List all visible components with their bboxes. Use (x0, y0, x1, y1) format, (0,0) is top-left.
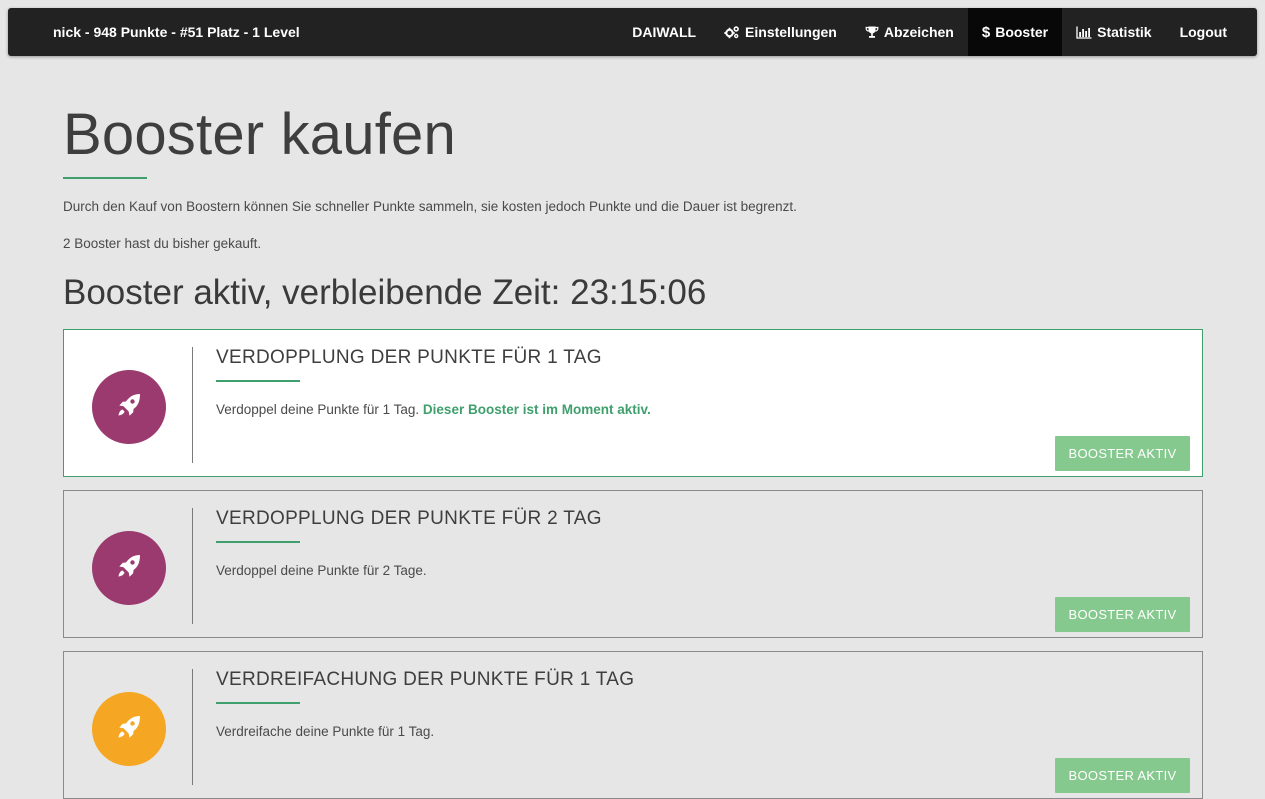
rocket-icon (115, 552, 143, 585)
title-underline (63, 177, 147, 179)
booster-active-button[interactable]: BOOSTER AKTIV (1055, 436, 1190, 471)
booster-icon-circle (92, 531, 166, 605)
nav-item-daiwall[interactable]: DAIWALL (618, 8, 710, 56)
nav-label-abzeichen: Abzeichen (883, 24, 954, 40)
user-summary[interactable]: nick - 948 Punkte - #51 Platz - 1 Level (53, 8, 300, 56)
nav-item-logout[interactable]: Logout (1166, 8, 1241, 56)
booster-title-underline (216, 380, 300, 382)
nav-item-abzeichen[interactable]: Abzeichen (851, 8, 968, 56)
nav-item-statistik[interactable]: Statistik (1062, 8, 1165, 56)
booster-card: VERDREIFACHUNG DER PUNKTE FÜR 1 TAG Verd… (63, 651, 1203, 799)
nav-label-statistik: Statistik (1097, 24, 1152, 40)
booster-title-underline (216, 541, 300, 543)
booster-active-note: Dieser Booster ist im Moment aktiv. (422, 402, 651, 417)
cogs-icon (724, 25, 740, 39)
card-divider (192, 669, 193, 785)
nav-label-booster: Booster (995, 24, 1049, 40)
booster-description-text: Verdoppel deine Punkte für 1 Tag. (216, 402, 420, 417)
intro-text: Durch den Kauf von Boostern können Sie s… (63, 199, 797, 214)
card-divider (192, 508, 193, 624)
page-title: Booster kaufen (63, 102, 456, 167)
bar-chart-icon (1076, 26, 1092, 39)
booster-active-button[interactable]: BOOSTER AKTIV (1055, 597, 1190, 632)
nav-label-daiwall: DAIWALL (632, 24, 697, 40)
booster-description-text: Verdoppel deine Punkte für 2 Tage. (216, 563, 427, 578)
booster-title: VERDOPPLUNG DER PUNKTE FÜR 1 TAG (216, 347, 602, 368)
nav-label-einstellungen: Einstellungen (745, 24, 837, 40)
booster-card: VERDOPPLUNG DER PUNKTE FÜR 2 TAG Verdopp… (63, 490, 1203, 638)
booster-title-underline (216, 702, 300, 704)
card-divider (192, 347, 193, 463)
purchase-count: 2 Booster hast du bisher gekauft. (63, 236, 262, 251)
booster-description-text: Verdreifache deine Punkte für 1 Tag. (216, 724, 435, 739)
main-content: Booster kaufen Durch den Kauf von Booste… (63, 100, 1203, 313)
booster-list: VERDOPPLUNG DER PUNKTE FÜR 1 TAG Verdopp… (63, 329, 1203, 799)
booster-description: Verdoppel deine Punkte für 1 Tag. Dieser… (216, 402, 651, 417)
booster-description: Verdreifache deine Punkte für 1 Tag. (216, 724, 434, 739)
main-nav: DAIWALL Einstellungen Abzeichen $ Booste… (618, 8, 1241, 56)
rocket-icon (115, 713, 143, 746)
booster-description: Verdoppel deine Punkte für 2 Tage. (216, 563, 427, 578)
active-booster-status: Booster aktiv, verbleibende Zeit: 23:15:… (63, 273, 707, 312)
nav-label-logout: Logout (1179, 24, 1227, 40)
nav-item-einstellungen[interactable]: Einstellungen (710, 8, 851, 56)
rocket-icon (115, 391, 143, 424)
nav-item-booster[interactable]: $ Booster (967, 8, 1063, 56)
top-navbar: nick - 948 Punkte - #51 Platz - 1 Level … (8, 8, 1257, 56)
booster-card-active: VERDOPPLUNG DER PUNKTE FÜR 1 TAG Verdopp… (63, 329, 1203, 477)
dollar-icon: $ (981, 23, 991, 41)
booster-title: VERDREIFACHUNG DER PUNKTE FÜR 1 TAG (216, 669, 635, 690)
trophy-icon (865, 25, 879, 39)
booster-icon-circle (92, 692, 166, 766)
booster-icon-circle (92, 370, 166, 444)
booster-active-button[interactable]: BOOSTER AKTIV (1055, 758, 1190, 793)
booster-title: VERDOPPLUNG DER PUNKTE FÜR 2 TAG (216, 508, 602, 529)
